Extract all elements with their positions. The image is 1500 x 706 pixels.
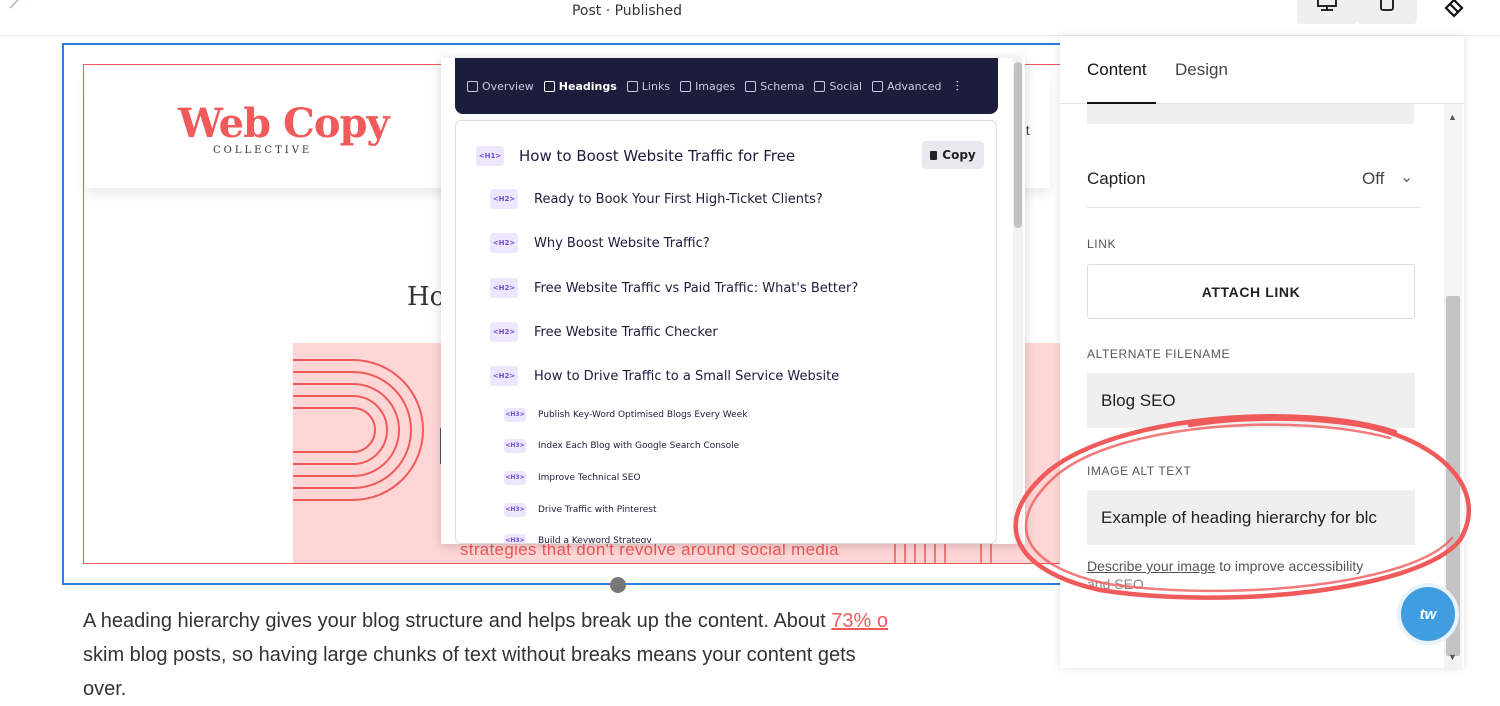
copy-button[interactable]: Copy [922, 141, 984, 169]
alt-text-hint-line2: and SEO. [1087, 576, 1148, 589]
tab-advanced[interactable]: Advanced [872, 80, 941, 93]
heading-text: How to Boost Website Traffic for Free [519, 147, 796, 165]
panel-scrollbar[interactable]: ▲ ▼ [1444, 104, 1462, 668]
divider [1087, 207, 1421, 208]
caption-label: Caption [1087, 169, 1146, 188]
post-body-paragraph: A heading hierarchy gives your blog stru… [83, 604, 1073, 706]
desktop-icon [1317, 0, 1337, 11]
diamond-icon[interactable] [1440, 0, 1468, 20]
link-label: LINK [1087, 237, 1117, 251]
body-line-2: skim blog posts, so having large chunks … [83, 644, 856, 666]
heading-row-h2: <H2> Free Website Traffic Checker [490, 322, 718, 342]
block-resize-handle[interactable] [610, 577, 626, 593]
image-icon [680, 80, 692, 92]
tab-design[interactable]: Design [1175, 60, 1228, 80]
h3-badge: <H3> [504, 439, 526, 453]
h3-badge: <H3> [504, 471, 526, 485]
panel-tabs: Content Design [1060, 36, 1464, 104]
heading-text: Free Website Traffic Checker [534, 324, 718, 340]
h2-badge: <H2> [490, 278, 518, 298]
alt-filename-label: ALTERNATE FILENAME [1087, 347, 1231, 361]
editor-topbar: Post · Published [0, 0, 1500, 36]
seo-scroll-thumb[interactable] [1014, 62, 1022, 228]
heading-row-h3: <H3> Build a Keyword Strategy [504, 534, 652, 544]
alt-text-hint: Describe your image to improve accessibi… [1087, 558, 1364, 574]
heading-row-h1: <H1> How to Boost Website Traffic for Fre… [476, 146, 795, 166]
heading-text: Index Each Blog with Google Search Conso… [538, 441, 740, 451]
heading-text: Improve Technical SEO [538, 473, 641, 483]
link-icon [626, 80, 638, 92]
alt-text-field[interactable]: Example of heading hierarchy for blc [1087, 490, 1415, 545]
h3-badge: <H3> [504, 503, 526, 517]
heading-row-h2: <H2> Why Boost Website Traffic? [490, 233, 710, 253]
tab-content[interactable]: Content [1087, 60, 1147, 80]
arc-decoration [293, 359, 424, 501]
post-status: Post · Published [571, 3, 683, 19]
mobile-icon [1380, 0, 1394, 11]
site-logo: Web Copy [178, 100, 390, 147]
tab-schema[interactable]: Schema [745, 80, 804, 93]
heading-text: Why Boost Website Traffic? [534, 235, 710, 251]
tab-headings[interactable]: Headings [543, 80, 617, 93]
h3-badge: <H3> [504, 534, 526, 543]
h2-badge: <H2> [490, 189, 518, 209]
post-title-fragment: Ho [407, 282, 446, 312]
heading-row-h3: <H3> Index Each Blog with Google Search C… [504, 439, 739, 453]
heading-text: Build a Keyword Strategy [538, 536, 652, 544]
heading-text: How to Drive Traffic to a Small Service … [534, 368, 840, 384]
heading-row-h2: <H2> Ready to Book Your First High-Ticket… [490, 189, 823, 209]
describe-image-link[interactable]: Describe your image [1087, 558, 1215, 574]
share-icon [814, 80, 826, 92]
heading-row-h2: <H2> Free Website Traffic vs Paid Traffic… [490, 278, 858, 298]
tab-links[interactable]: Links [626, 80, 670, 93]
h3-badge: <H3> [504, 408, 526, 422]
tab-images[interactable]: Images [680, 80, 735, 93]
stat-link[interactable]: 73% o [831, 610, 888, 632]
heading-row-h2: <H2> How to Drive Traffic to a Small Serv… [490, 366, 839, 386]
tw-extension-badge[interactable]: tw [1397, 583, 1459, 645]
scroll-up-icon[interactable]: ▲ [1448, 112, 1457, 122]
seo-panel-scrollbar[interactable] [1013, 58, 1023, 544]
stripe-decoration [894, 544, 992, 564]
body-line-1: A heading hierarchy gives your blog stru… [83, 610, 888, 632]
copy-icon [930, 150, 938, 160]
seo-headings-panel: Overview Headings Links Images Schema So… [441, 58, 1025, 544]
tab-overview[interactable]: Overview [467, 80, 534, 93]
heading-text: Drive Traffic with Pinterest [538, 505, 657, 515]
attach-link-button[interactable]: ATTACH LINK [1087, 264, 1415, 319]
heading-text: Ready to Book Your First High-Ticket Cli… [534, 191, 823, 207]
alt-text-label: IMAGE ALT TEXT [1087, 464, 1192, 478]
previous-field[interactable] [1087, 104, 1414, 124]
heading-row-h3: <H3> Drive Traffic with Pinterest [504, 503, 656, 517]
heading-row-h3: <H3> Publish Key-Word Optimised Blogs Eve… [504, 408, 747, 422]
heading-row-h3: <H3> Improve Technical SEO [504, 471, 641, 485]
headings-icon [543, 80, 555, 92]
overview-icon [467, 80, 478, 92]
h2-badge: <H2> [490, 322, 518, 342]
heading-text: Free Website Traffic vs Paid Traffic: Wh… [534, 280, 859, 296]
caption-dropdown[interactable]: Off [1362, 169, 1384, 189]
heading-text: Publish Key-Word Optimised Blogs Every W… [538, 410, 748, 420]
alt-filename-field[interactable]: Blog SEO [1087, 373, 1415, 428]
image-settings-panel: Content Design Caption Off ⌄ LINK ATTACH… [1060, 36, 1464, 668]
desktop-view-button[interactable] [1297, 0, 1357, 24]
seo-tab-bar: Overview Headings Links Images Schema So… [455, 58, 998, 114]
body-line-3: over. [83, 678, 127, 700]
headings-list: <H1> How to Boost Website Traffic for Fre… [455, 120, 997, 544]
h2-badge: <H2> [490, 233, 518, 253]
schema-icon [745, 80, 757, 92]
chevron-down-icon[interactable]: ⌄ [1400, 167, 1413, 187]
h1-badge: <H1> [476, 146, 504, 166]
scroll-down-icon[interactable]: ▼ [1448, 652, 1457, 662]
tab-social[interactable]: Social [814, 80, 862, 93]
mobile-view-button[interactable] [1357, 0, 1417, 24]
filter-settings-icon[interactable]: ⫶ [955, 78, 971, 94]
advanced-icon [872, 80, 884, 92]
site-logo-subtitle: COLLECTIVE [213, 145, 313, 156]
h2-badge: <H2> [490, 366, 518, 386]
